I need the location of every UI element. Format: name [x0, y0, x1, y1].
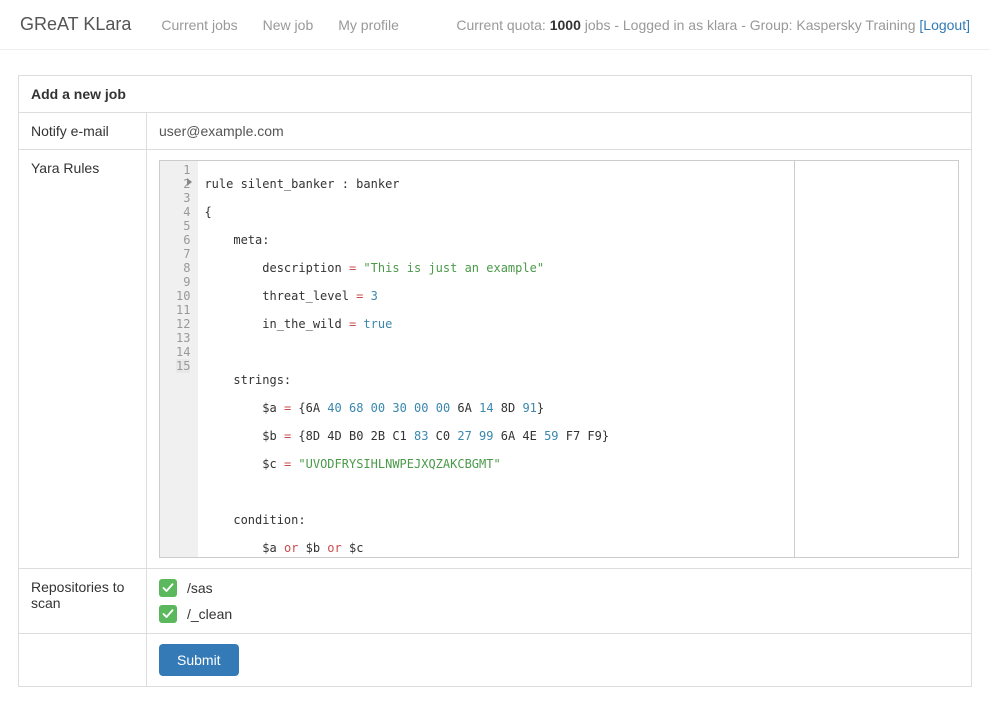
submit-button[interactable]: Submit [159, 644, 239, 676]
line-number: 6 [176, 233, 190, 247]
repo-checkbox-clean[interactable] [159, 605, 177, 623]
notify-email-value[interactable]: user@example.com [159, 123, 284, 139]
notify-email-cell: user@example.com [147, 113, 972, 150]
navbar: GReAT KLara Current jobs New job My prof… [0, 0, 990, 50]
status-suffix: jobs - Logged in as klara - Group: Kaspe… [581, 17, 920, 33]
line-number-active: 15 [176, 359, 190, 373]
submit-label-cell [19, 634, 147, 687]
line-number: 3 [176, 191, 190, 205]
line-number: 5 [176, 219, 190, 233]
code-gutter: 1 2 3 4 5 6 7 8 9 10 11 12 13 14 [160, 161, 198, 557]
repos-cell: /sas /_clean [147, 569, 972, 634]
line-number: 8 [176, 261, 190, 275]
line-number: 14 [176, 345, 190, 359]
logout-link[interactable]: [Logout] [919, 17, 970, 33]
code-editor[interactable]: 1 2 3 4 5 6 7 8 9 10 11 12 13 14 [159, 160, 959, 558]
repo-checkbox-sas[interactable] [159, 579, 177, 597]
yara-rules-cell: 1 2 3 4 5 6 7 8 9 10 11 12 13 14 [147, 150, 972, 569]
nav-links: Current jobs New job My profile [161, 17, 399, 33]
check-icon [162, 608, 174, 620]
line-number: 10 [176, 289, 190, 303]
check-icon [162, 582, 174, 594]
repos-label: Repositories to scan [19, 569, 147, 634]
nav-new-job[interactable]: New job [263, 17, 314, 33]
line-number: 9 [176, 275, 190, 289]
nav-my-profile[interactable]: My profile [338, 17, 399, 33]
line-number: 4 [176, 205, 190, 219]
repo-label-sas: /sas [187, 580, 213, 596]
line-number: 12 [176, 317, 190, 331]
quota-value: 1000 [550, 17, 581, 33]
line-number: 7 [176, 247, 190, 261]
submit-cell: Submit [147, 634, 972, 687]
repo-label-clean: /_clean [187, 606, 232, 622]
nav-current-jobs[interactable]: Current jobs [161, 17, 237, 33]
editor-right-pane [794, 161, 958, 557]
fold-arrow-icon[interactable] [187, 178, 192, 186]
main-container: Add a new job Notify e-mail user@example… [0, 50, 990, 712]
form-header: Add a new job [19, 76, 972, 113]
nav-status: Current quota: 1000 jobs - Logged in as … [456, 17, 970, 33]
line-number: 1 [176, 163, 190, 177]
code-content[interactable]: rule silent_banker : banker { meta: desc… [198, 161, 794, 557]
job-form-table: Add a new job Notify e-mail user@example… [18, 75, 972, 687]
line-number: 2 [176, 177, 190, 191]
yara-rules-label: Yara Rules [19, 150, 147, 569]
notify-email-label: Notify e-mail [19, 113, 147, 150]
status-prefix: Current quota: [456, 17, 549, 33]
line-number: 13 [176, 331, 190, 345]
repo-item: /sas [159, 579, 959, 597]
brand-title: GReAT KLara [20, 14, 131, 35]
repo-item: /_clean [159, 605, 959, 623]
line-number: 11 [176, 303, 190, 317]
